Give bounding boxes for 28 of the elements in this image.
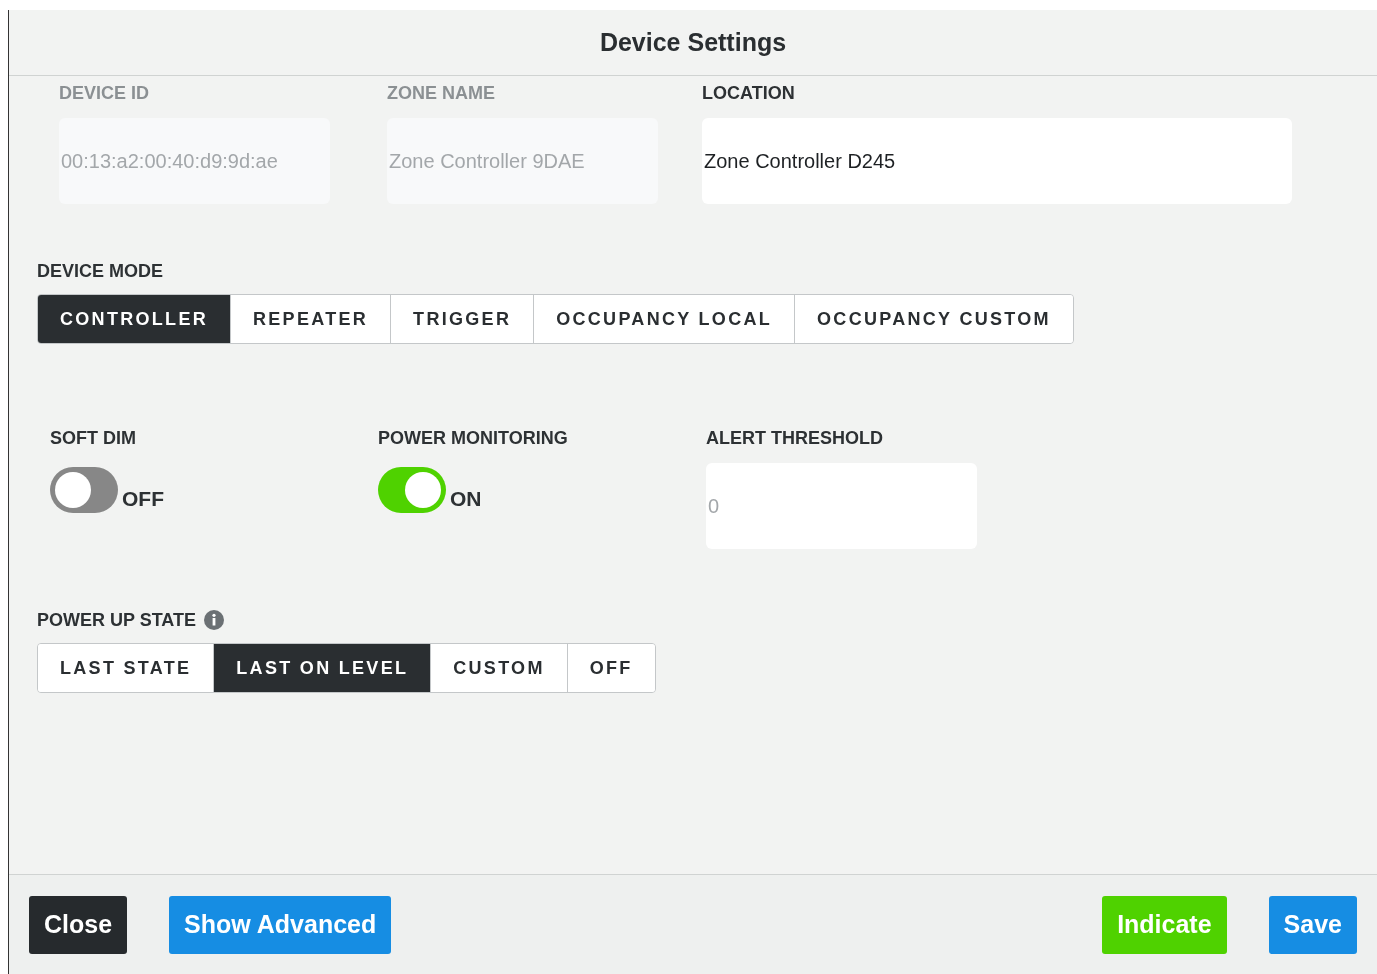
segment-option[interactable]: TRIGGER [390,295,534,343]
toggle-label: POWER MONITORING [378,427,569,449]
segment-option[interactable]: REPEATER [230,295,391,343]
footer-button[interactable]: Save [1268,895,1357,954]
text-field[interactable]: Zone Controller D245 [702,118,1292,204]
footer-button[interactable]: Show Advanced [169,895,392,954]
toggle-state: OFF [122,487,164,511]
info-icon[interactable] [204,610,224,630]
segment-option[interactable]: LAST STATE [38,644,214,692]
toggle-state: ON [450,487,482,511]
window-title: Device Settings [599,28,787,57]
section-label: POWER UP STATE [37,609,196,631]
field-label: ALERT THRESHOLD [706,427,884,449]
footer-button[interactable]: Close [29,895,128,954]
toggle-switch[interactable] [378,467,446,513]
segment-option[interactable]: CUSTOM [430,644,567,692]
segment-option[interactable]: OCCUPANCY LOCAL [533,295,795,343]
field-label: DEVICE ID [59,82,151,104]
segment-option[interactable]: OFF [566,644,655,692]
segment-option[interactable]: CONTROLLER [38,295,230,343]
toggle-switch[interactable] [50,467,118,513]
number-field[interactable]: 0 [706,463,977,549]
toggle-label: SOFT DIM [50,427,137,449]
section-label: DEVICE MODE [37,261,164,281]
field-label: LOCATION [702,82,796,104]
field-label: ZONE NAME [387,82,496,104]
segment-option[interactable]: OCCUPANCY CUSTOM [794,295,1073,343]
segment-option[interactable]: LAST ON LEVEL [213,644,431,692]
